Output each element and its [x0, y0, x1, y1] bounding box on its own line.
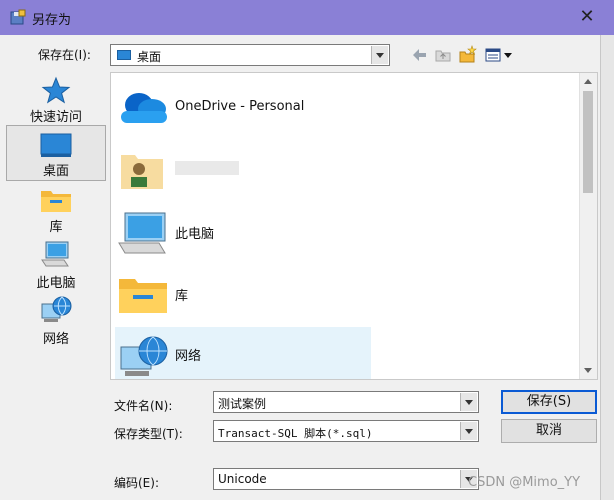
list-item[interactable]: 库: [115, 267, 375, 319]
file-list[interactable]: OneDrive - Personal 此电脑 库 网络: [110, 72, 598, 380]
place-quick-access[interactable]: 快速访问: [6, 76, 106, 125]
network-icon: [41, 296, 72, 322]
place-label: 网络: [42, 332, 69, 347]
network-icon: [120, 336, 168, 376]
list-item[interactable]: OneDrive - Personal: [115, 81, 375, 133]
library-folder-icon: [41, 191, 71, 212]
window-title: 另存为: [32, 13, 72, 28]
library-folder-icon: [119, 279, 167, 313]
blurred-username: [175, 161, 239, 175]
close-button[interactable]: ✕: [574, 5, 600, 29]
item-name: 网络: [175, 349, 202, 364]
computer-icon: [118, 212, 166, 254]
encoding-label: 编码(E):: [114, 476, 159, 490]
back-arrow-icon[interactable]: [410, 45, 428, 65]
user-folder-icon: [121, 155, 163, 189]
onedrive-cloud-icon: [121, 93, 167, 123]
save-in-label: 保存在(I):: [38, 48, 91, 62]
item-name: 此电脑: [175, 227, 215, 242]
watermark-text: CSDN @Mimo_YY: [468, 475, 581, 490]
save-in-dropdown[interactable]: 桌面: [110, 44, 390, 66]
computer-icon: [41, 241, 69, 267]
save-button[interactable]: 保存(S): [501, 390, 597, 414]
item-name: OneDrive - Personal: [175, 99, 305, 114]
place-this-pc[interactable]: 此电脑: [6, 240, 106, 292]
save-dialog-icon: [10, 9, 26, 25]
list-item[interactable]: [115, 143, 375, 195]
encoding-value: Unicode: [218, 472, 267, 486]
desktop-icon: [40, 133, 72, 157]
filetype-value: Transact-SQL 脚本(*.sql): [218, 427, 373, 440]
list-item[interactable]: 网络: [115, 327, 371, 379]
background-window-edge: [600, 35, 614, 500]
chevron-down-icon[interactable]: [371, 46, 388, 64]
vertical-scrollbar[interactable]: [579, 73, 597, 379]
up-folder-icon[interactable]: [434, 45, 452, 65]
filetype-label: 保存类型(T):: [114, 427, 183, 441]
places-bar: 快速访问 桌面 库 此电脑 网络: [6, 72, 106, 382]
place-label: 此电脑: [36, 276, 76, 291]
filename-input[interactable]: 测试案例: [213, 391, 479, 413]
close-icon: ✕: [579, 6, 595, 27]
filename-value: 测试案例: [218, 397, 267, 411]
place-desktop[interactable]: 桌面: [6, 125, 106, 181]
encoding-dropdown[interactable]: Unicode: [213, 468, 479, 490]
place-label: 库: [49, 220, 63, 235]
place-label: 快速访问: [29, 110, 82, 125]
list-item[interactable]: 此电脑: [115, 205, 375, 257]
place-label: 桌面: [42, 164, 69, 179]
scroll-thumb[interactable]: [583, 91, 593, 193]
cancel-button[interactable]: 取消: [501, 419, 597, 443]
star-icon: [41, 76, 71, 104]
scroll-up-icon[interactable]: [584, 79, 592, 84]
filename-label: 文件名(N):: [114, 399, 173, 413]
chevron-down-icon[interactable]: [460, 422, 477, 440]
title-bar: 另存为 ✕: [0, 0, 614, 35]
place-network[interactable]: 网络: [6, 296, 106, 348]
new-folder-icon[interactable]: [458, 45, 478, 65]
view-menu-icon[interactable]: [484, 45, 516, 65]
desktop-icon: [117, 50, 131, 60]
chevron-down-icon[interactable]: [460, 393, 477, 411]
scroll-down-icon[interactable]: [584, 368, 592, 373]
item-name: 库: [175, 289, 189, 304]
filetype-dropdown[interactable]: Transact-SQL 脚本(*.sql): [213, 420, 479, 442]
save-in-value: 桌面: [137, 50, 162, 64]
place-library[interactable]: 库: [6, 186, 106, 236]
